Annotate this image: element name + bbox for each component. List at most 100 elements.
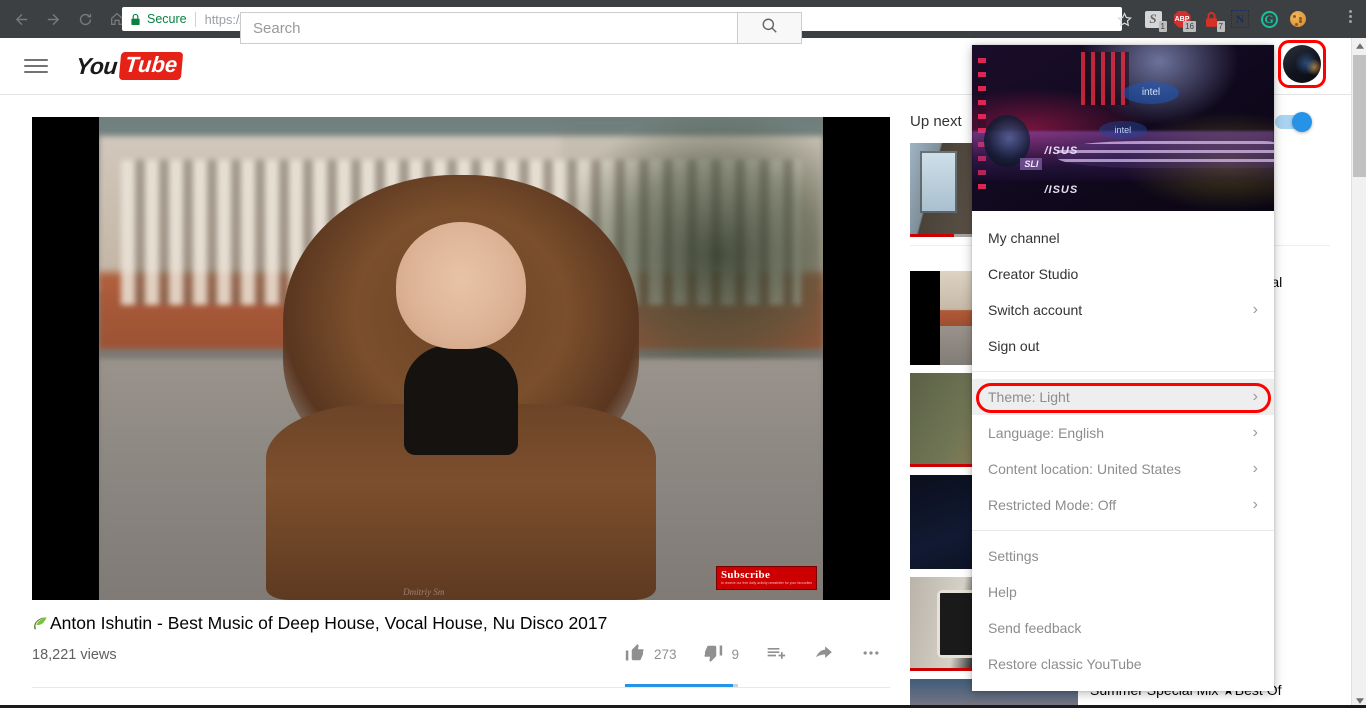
video-title-text: Anton Ishutin - Best Music of Deep House… [50, 613, 608, 633]
hamburger-line [24, 59, 48, 61]
menu-dot [1348, 15, 1352, 18]
bookmark-star-icon[interactable] [1113, 8, 1135, 30]
search-icon [760, 16, 779, 40]
chevron-right-icon: › [1252, 388, 1258, 405]
logo-tube-text: Tube [118, 52, 184, 80]
chrome-menu-icon[interactable] [1348, 10, 1352, 23]
password-badge: 7 [1216, 21, 1225, 32]
menu-item-label: Theme: Light [988, 389, 1070, 405]
menu-item-content-location[interactable]: Content location: United States › [972, 451, 1274, 487]
banner-ram-sticks [1080, 51, 1130, 105]
leaf-icon [32, 613, 49, 630]
subscribe-watermark-title: Subscribe [720, 569, 771, 582]
menu-item-switch-account[interactable]: Switch account › [972, 292, 1274, 328]
avatar[interactable] [1283, 45, 1321, 83]
like-button[interactable]: 273 [625, 643, 677, 666]
active-tab-indicator [625, 684, 738, 687]
video-subject [258, 174, 663, 600]
account-settings-group: Theme: Light › Language: English › Conte… [972, 379, 1274, 523]
menu-item-language[interactable]: Language: English › [972, 415, 1274, 451]
add-to-playlist-button[interactable] [765, 643, 787, 666]
menu-item-label: Creator Studio [988, 266, 1079, 282]
like-count: 273 [654, 647, 677, 662]
creator-watermark: Dmitriy Sm [403, 587, 445, 597]
menu-item-label: Sign out [988, 338, 1040, 354]
menu-item-restore-classic-youtube[interactable]: Restore classic YouTube [972, 646, 1274, 682]
dislike-count: 9 [731, 647, 740, 662]
menu-item-creator-studio[interactable]: Creator Studio [972, 256, 1274, 292]
video-actions: 273 9 [625, 643, 882, 666]
hamburger-line [24, 65, 48, 67]
subscribe-watermark-subtitle: to receive our free daily activity newsl… [720, 581, 812, 586]
account-footer-group: Settings Help Send feedback Restore clas… [972, 538, 1274, 691]
hamburger-line [24, 71, 48, 73]
menu-item-help[interactable]: Help [972, 574, 1274, 610]
menu-item-label: Restricted Mode: Off [988, 497, 1117, 513]
share-button[interactable] [813, 643, 834, 666]
banner-intel-logo: intel [1123, 81, 1179, 104]
menu-item-sign-out[interactable]: Sign out [972, 328, 1274, 364]
grammarly-glyph: G [1260, 10, 1278, 28]
menu-item-settings[interactable]: Settings [972, 538, 1274, 574]
reload-icon[interactable] [70, 4, 100, 34]
youtube-logo[interactable]: You Tube [74, 52, 184, 80]
thumbs-up-icon [625, 643, 645, 666]
chevron-right-icon: › [1252, 424, 1258, 441]
menu-dot [1348, 20, 1352, 23]
share-arrow-icon [813, 643, 834, 666]
skype-extension-icon[interactable]: S 1 [1140, 5, 1167, 33]
chevron-right-icon: › [1252, 460, 1258, 477]
navigation-buttons [0, 4, 132, 34]
banner-asus-logo-secondary: /ISUS [1044, 184, 1079, 197]
menu-divider [972, 530, 1274, 531]
lock-icon [130, 13, 141, 26]
adblock-plus-extension-icon[interactable]: ABP 16 [1169, 5, 1196, 33]
menu-item-label: Language: English [988, 425, 1104, 441]
menu-item-restricted-mode[interactable]: Restricted Mode: Off › [972, 487, 1274, 523]
forward-icon[interactable] [38, 4, 68, 34]
account-dropdown-menu: intel intel /ISUS /ISUS SLI My channel C… [972, 45, 1274, 691]
back-icon[interactable] [6, 4, 36, 34]
password-manager-extension-icon[interactable]: 7 [1198, 5, 1225, 33]
dislike-button[interactable]: 9 [703, 643, 740, 666]
scrollbar-thumb[interactable] [1353, 55, 1366, 177]
page-scrollbar[interactable] [1351, 38, 1366, 708]
search-button[interactable] [737, 12, 802, 44]
banner-heatpipes [1056, 141, 1274, 168]
video-subject-face [396, 221, 526, 350]
skype-badge: 1 [1158, 21, 1167, 32]
secure-label: Secure [147, 12, 187, 26]
menu-item-my-channel[interactable]: My channel [972, 220, 1274, 256]
grammarly-extension-icon[interactable]: G [1256, 5, 1282, 33]
video-player[interactable]: Dmitriy Sm Subscribe to receive our free… [32, 117, 890, 600]
cookie-extension-icon[interactable] [1285, 5, 1311, 33]
up-next-label: Up next [910, 113, 962, 130]
search-input[interactable] [240, 12, 737, 44]
scroll-up-icon[interactable] [1352, 38, 1366, 53]
menu-item-label: Content location: United States [988, 461, 1182, 477]
logo-you-text: You [74, 52, 119, 79]
metadata-divider [32, 687, 890, 688]
thumbs-down-icon [703, 643, 723, 666]
chevron-right-icon: › [1252, 301, 1258, 318]
more-horizontal-icon [860, 643, 882, 666]
video-frame: Dmitriy Sm Subscribe to receive our free… [99, 117, 823, 600]
video-subject-top [404, 344, 518, 456]
autoplay-toggle-knob [1292, 112, 1312, 132]
menu-item-label: Settings [988, 548, 1039, 564]
menu-item-send-feedback[interactable]: Send feedback [972, 610, 1274, 646]
guide-menu-icon[interactable] [24, 59, 48, 73]
abp-badge: 16 [1183, 21, 1196, 32]
menu-item-label: Restore classic YouTube [988, 656, 1142, 672]
evernote-extension-icon[interactable]: N [1227, 5, 1253, 33]
menu-item-theme[interactable]: Theme: Light › [972, 379, 1274, 415]
menu-item-label: Help [988, 584, 1017, 600]
more-options-button[interactable] [860, 643, 882, 666]
subscribe-watermark[interactable]: Subscribe to receive our free daily acti… [715, 566, 817, 590]
autoplay-toggle[interactable] [1275, 112, 1312, 132]
extension-icons: S 1 ABP 16 7 N G [1140, 5, 1311, 33]
view-count: 18,221 views [32, 647, 117, 663]
omnibox-divider [194, 11, 196, 27]
channel-banner-image: intel intel /ISUS /ISUS SLI [972, 45, 1274, 211]
banner-sli-logo: SLI [1020, 157, 1043, 170]
